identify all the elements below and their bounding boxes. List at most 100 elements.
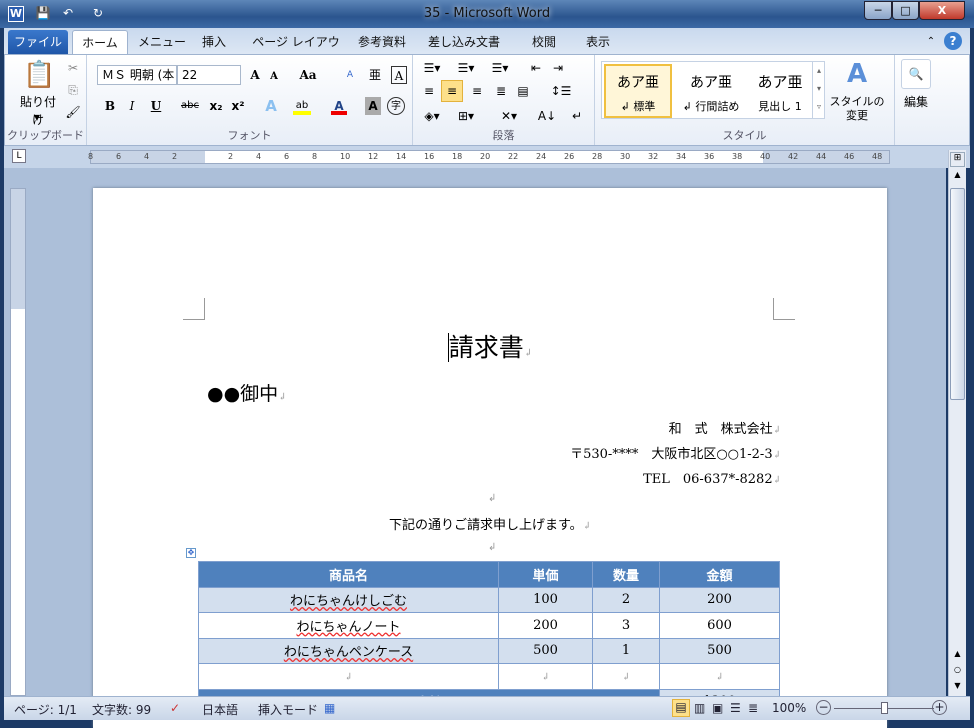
format-painter-icon[interactable]: 🖌: [65, 103, 81, 121]
show-marks-icon[interactable]: ↵: [569, 107, 585, 125]
table-cell[interactable]: 200: [498, 612, 593, 639]
shading-icon[interactable]: ◈▾: [419, 107, 445, 125]
table-cell[interactable]: 200: [659, 586, 780, 613]
tab-references[interactable]: 参考資料: [352, 30, 412, 54]
print-layout-icon[interactable]: ▤: [672, 699, 690, 717]
style-no-spacing[interactable]: あア亜 ↲ 行間詰め: [676, 66, 746, 114]
page-count[interactable]: ページ: 1/1: [14, 701, 77, 718]
zoom-in-button[interactable]: +: [932, 700, 947, 715]
tab-selector[interactable]: L: [12, 149, 26, 163]
justify-icon[interactable]: ≣: [491, 82, 511, 100]
view-ruler-icon[interactable]: ⊞: [950, 152, 965, 167]
table-move-handle[interactable]: ✥: [186, 548, 196, 558]
shrink-font-icon[interactable]: A: [267, 68, 281, 86]
zoom-slider-thumb[interactable]: [881, 702, 888, 714]
style-gallery-scroll[interactable]: ▴ ▾ ▿: [812, 62, 825, 118]
collapse-ribbon-icon[interactable]: ⌃: [924, 30, 938, 54]
full-screen-reading-icon[interactable]: ▥: [694, 701, 705, 715]
table-cell[interactable]: ↲: [592, 663, 660, 690]
language[interactable]: 日本語: [202, 701, 238, 718]
document-page[interactable]: 請求書↲ ●●御中↲ 和 式 株式会社↲ 〒530-**** 大阪市北区○○1-…: [93, 188, 887, 728]
change-case-icon[interactable]: Aa: [297, 66, 319, 84]
horizontal-ruler[interactable]: 8 6 4 2 2 4 6 8 10 12 14 16 18 20 22 24 26 28 30 32 34 36 38 40…: [88, 150, 890, 164]
scroll-up-arrow[interactable]: ▲: [949, 170, 966, 186]
table-cell[interactable]: 2: [592, 586, 660, 613]
subscript-button[interactable]: x₂: [207, 97, 225, 115]
text-effects-icon[interactable]: A: [263, 97, 279, 115]
table-cell[interactable]: わにちゃんペンケース: [198, 637, 499, 664]
grow-font-icon[interactable]: A: [247, 66, 263, 84]
minimize-button[interactable]: ─: [864, 1, 892, 20]
phonetic-guide-icon[interactable]: 亜: [367, 66, 383, 84]
vertical-ruler[interactable]: [10, 188, 26, 696]
table-cell[interactable]: わにちゃんノート: [198, 612, 499, 639]
enclose-char-icon[interactable]: 字: [387, 97, 405, 115]
tab-review[interactable]: 校閲: [524, 30, 564, 54]
style-normal[interactable]: あア亜 ↲ 標準: [604, 64, 672, 118]
borders-icon[interactable]: ⊞▾: [453, 107, 479, 125]
proofing-icon[interactable]: ✓: [170, 701, 180, 715]
style-heading-1[interactable]: あア亜 見出し 1: [748, 66, 812, 114]
font-name-combo[interactable]: ＭＳ 明朝 (本: [97, 65, 177, 85]
asian-layout-icon[interactable]: ✕▾: [497, 107, 521, 125]
superscript-button[interactable]: x²: [229, 97, 247, 115]
multilevel-list-icon[interactable]: ☰▾: [487, 59, 513, 77]
clear-format-icon[interactable]: A: [341, 66, 359, 84]
char-shading-icon[interactable]: A: [365, 97, 381, 115]
table-cell[interactable]: 3: [592, 612, 660, 639]
draft-icon[interactable]: ≣: [748, 701, 758, 715]
numbering-icon[interactable]: ☰▾: [453, 59, 479, 77]
tab-insert[interactable]: 挿入: [194, 30, 234, 54]
zoom-out-button[interactable]: −: [816, 700, 831, 715]
tab-view[interactable]: 表示: [578, 30, 618, 54]
editing-button[interactable]: 編集: [895, 93, 937, 110]
font-color-icon[interactable]: A: [331, 97, 347, 115]
copy-icon[interactable]: ⎘: [65, 81, 81, 99]
table-cell[interactable]: ↲: [198, 663, 499, 690]
maximize-button[interactable]: □: [892, 1, 919, 20]
char-border-icon[interactable]: A: [391, 66, 407, 84]
table-cell[interactable]: ↲: [498, 663, 593, 690]
italic-button[interactable]: I: [125, 97, 139, 115]
scroll-thumb[interactable]: [950, 188, 965, 400]
bold-button[interactable]: B: [103, 97, 117, 115]
font-size-combo[interactable]: 22: [177, 65, 241, 85]
macro-icon[interactable]: ▦: [324, 701, 335, 715]
browse-buttons[interactable]: ▲ ○ ▼: [949, 646, 966, 694]
align-right-icon[interactable]: ≡: [467, 82, 487, 100]
tab-mailings[interactable]: 差し込み文書: [426, 30, 502, 54]
cut-icon[interactable]: ✂: [65, 59, 81, 77]
vertical-scrollbar[interactable]: ⊞ ▲ ▲ ○ ▼: [948, 150, 966, 696]
tab-page-layout[interactable]: ページ レイアウト: [248, 30, 344, 73]
table-cell[interactable]: ↲: [659, 663, 780, 690]
close-button[interactable]: X: [919, 1, 965, 20]
word-count[interactable]: 文字数: 99: [92, 701, 151, 718]
paste-dropdown-icon[interactable]: ▼: [29, 109, 45, 127]
table-cell[interactable]: 500: [659, 637, 780, 664]
bullets-icon[interactable]: ☰▾: [419, 59, 445, 77]
table-cell[interactable]: 500: [498, 637, 593, 664]
outline-icon[interactable]: ☰: [730, 701, 741, 715]
table-cell[interactable]: 100: [498, 586, 593, 613]
align-center-icon[interactable]: ≡: [441, 80, 463, 102]
distributed-icon[interactable]: ▤: [513, 82, 533, 100]
sort-icon[interactable]: A↓: [537, 107, 557, 125]
underline-button[interactable]: U: [149, 97, 163, 115]
find-icon[interactable]: 🔍: [901, 59, 931, 89]
highlight-icon[interactable]: ab: [293, 97, 311, 115]
insert-mode[interactable]: 挿入モード: [258, 701, 318, 718]
tab-file[interactable]: ファイル: [8, 30, 68, 54]
tab-menu[interactable]: メニュー: [134, 30, 190, 54]
change-styles-button[interactable]: スタイルの変更: [829, 95, 885, 123]
help-icon[interactable]: ?: [944, 32, 962, 50]
zoom-level[interactable]: 100%: [772, 701, 806, 715]
decrease-indent-icon[interactable]: ⇤: [527, 59, 545, 77]
table-cell[interactable]: 600: [659, 612, 780, 639]
table-cell[interactable]: わにちゃんけしごむ: [198, 586, 499, 613]
web-layout-icon[interactable]: ▣: [712, 701, 723, 715]
line-spacing-icon[interactable]: ↕☰: [549, 82, 573, 100]
increase-indent-icon[interactable]: ⇥: [549, 59, 567, 77]
change-styles-icon[interactable]: A: [833, 59, 881, 89]
align-left-icon[interactable]: ≡: [419, 82, 439, 100]
table-cell[interactable]: 1: [592, 637, 660, 664]
